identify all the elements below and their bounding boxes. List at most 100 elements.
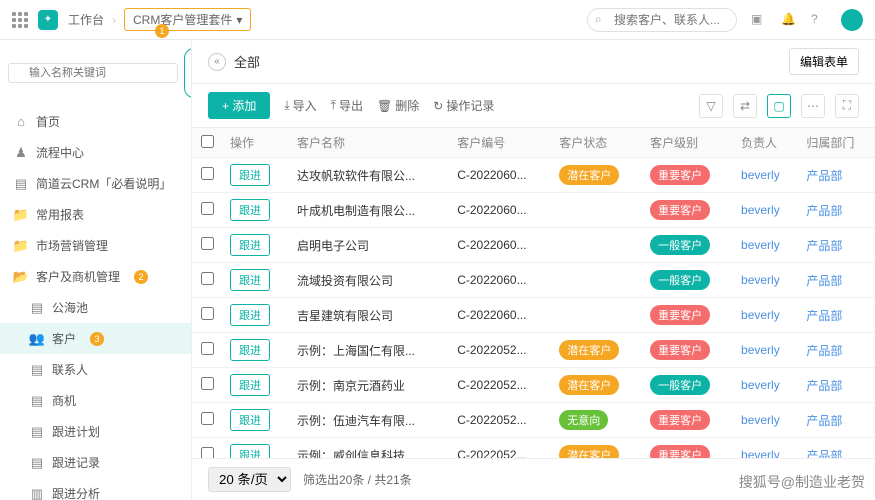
add-button[interactable]: + 添加 <box>208 92 270 119</box>
follow-button[interactable]: 跟进 <box>230 234 270 256</box>
delete-button[interactable]: 🗑 删除 <box>377 97 419 114</box>
row-checkbox[interactable] <box>201 202 214 215</box>
owner-link[interactable]: beverly <box>741 273 780 287</box>
dept-link[interactable]: 产品部 <box>806 204 842 218</box>
follow-button[interactable]: 跟进 <box>230 269 270 291</box>
column-header[interactable]: 客户名称 <box>289 128 449 158</box>
export-button[interactable]: ⤒ 导出 <box>331 97 363 114</box>
table-row[interactable]: 跟进 流域投资有限公司 C-2022060... 一般客户 beverly 产品… <box>192 263 875 298</box>
table-row[interactable]: 跟进 启明电子公司 C-2022060... 一般客户 beverly 产品部 <box>192 228 875 263</box>
owner-link[interactable]: beverly <box>741 413 780 427</box>
import-button[interactable]: ⤓ 导入 <box>284 97 316 114</box>
row-checkbox[interactable] <box>201 237 214 250</box>
row-checkbox[interactable] <box>201 377 214 390</box>
search-input[interactable] <box>587 8 737 32</box>
follow-button[interactable]: 跟进 <box>230 339 270 361</box>
badge: 2 <box>134 270 148 284</box>
sidebar-item-label: 跟进分析 <box>52 485 100 500</box>
sidebar-item[interactable]: ▥跟进分析 <box>0 478 191 500</box>
sidebar-item[interactable]: ▤联系人 <box>0 354 191 385</box>
logo-icon[interactable]: ✦ <box>38 10 58 30</box>
sidebar-item-label: 首页 <box>36 113 60 130</box>
breadcrumb-app[interactable]: CRM客户管理套件 ▾ <box>124 8 251 31</box>
row-checkbox[interactable] <box>201 272 214 285</box>
row-checkbox[interactable] <box>201 307 214 320</box>
dept-link[interactable]: 产品部 <box>806 309 842 323</box>
sidebar-item[interactable]: ▤公海池 <box>0 292 191 323</box>
follow-button[interactable]: 跟进 <box>230 444 270 458</box>
help-icon[interactable]: ? <box>811 12 827 28</box>
dept-link[interactable]: 产品部 <box>806 414 842 428</box>
view-icon[interactable]: ▢ <box>767 94 791 118</box>
cell-code: C-2022060... <box>449 158 551 193</box>
select-all-checkbox[interactable] <box>201 135 214 148</box>
owner-link[interactable]: beverly <box>741 238 780 252</box>
sidebar-item[interactable]: ▤简道云CRM「必看说明」 <box>0 168 191 199</box>
owner-link[interactable]: beverly <box>741 203 780 217</box>
notification-icon[interactable]: ▣ <box>751 12 767 28</box>
filter-icon[interactable]: ▽ <box>699 94 723 118</box>
follow-button[interactable]: 跟进 <box>230 374 270 396</box>
owner-link[interactable]: beverly <box>741 168 780 182</box>
sidebar-item[interactable]: ▤跟进记录 <box>0 447 191 478</box>
table-row[interactable]: 跟进 叶成机电制造有限公... C-2022060... 重要客户 beverl… <box>192 193 875 228</box>
sidebar-search-input[interactable] <box>8 63 178 83</box>
sidebar-item[interactable]: 📁市场营销管理 <box>0 230 191 261</box>
table-row[interactable]: 跟进 示例：威创信息科技... C-2022052... 潜在客户 重要客户 b… <box>192 438 875 459</box>
column-header[interactable]: 负责人 <box>733 128 798 158</box>
sidebar-item[interactable]: ⌂首页 <box>0 106 191 137</box>
follow-button[interactable]: 跟进 <box>230 304 270 326</box>
table-row[interactable]: 跟进 吉星建筑有限公司 C-2022060... 重要客户 beverly 产品… <box>192 298 875 333</box>
page-size-select[interactable]: 20 条/页 <box>208 467 291 492</box>
table-row[interactable]: 跟进 达攻帆软软件有限公... C-2022060... 潜在客户 重要客户 b… <box>192 158 875 193</box>
sidebar-item[interactable]: 👥客户3 <box>0 323 191 354</box>
edit-form-button[interactable]: 编辑表单 <box>789 48 859 75</box>
op-record-button[interactable]: ↻ 操作记录 <box>433 97 494 114</box>
settings-icon[interactable]: ⇄ <box>733 94 757 118</box>
sidebar-item[interactable]: ▤商机 <box>0 385 191 416</box>
row-checkbox[interactable] <box>201 447 214 458</box>
sidebar-item[interactable]: 📁常用报表 <box>0 199 191 230</box>
dept-link[interactable]: 产品部 <box>806 379 842 393</box>
dept-link[interactable]: 产品部 <box>806 239 842 253</box>
fullscreen-icon[interactable]: ⛶ <box>835 94 859 118</box>
dept-link[interactable]: 产品部 <box>806 169 842 183</box>
tab-all[interactable]: 全部 <box>234 52 260 71</box>
column-header[interactable]: 客户级别 <box>642 128 733 158</box>
follow-button[interactable]: 跟进 <box>230 164 270 186</box>
cell-name: 示例：伍迪汽车有限... <box>289 403 449 438</box>
breadcrumb-workspace[interactable]: 工作台 <box>68 11 104 28</box>
column-header[interactable]: 客户编号 <box>449 128 551 158</box>
bell-icon[interactable]: 🔔 <box>781 12 797 28</box>
column-header[interactable]: 客户状态 <box>551 128 642 158</box>
follow-button[interactable]: 跟进 <box>230 199 270 221</box>
dept-link[interactable]: 产品部 <box>806 449 842 459</box>
owner-link[interactable]: beverly <box>741 343 780 357</box>
apps-icon[interactable] <box>12 12 28 28</box>
dept-link[interactable]: 产品部 <box>806 344 842 358</box>
owner-link[interactable]: beverly <box>741 448 780 458</box>
doc-icon: ▤ <box>30 394 44 408</box>
avatar[interactable] <box>841 9 863 31</box>
sidebar-item[interactable]: 📂客户及商机管理2 <box>0 261 191 292</box>
sidebar-item[interactable]: ▤跟进计划 <box>0 416 191 447</box>
table-row[interactable]: 跟进 示例：伍迪汽车有限... C-2022052... 无意向 重要客户 be… <box>192 403 875 438</box>
table-row[interactable]: 跟进 示例：上海国仁有限... C-2022052... 潜在客户 重要客户 b… <box>192 333 875 368</box>
caret-down-icon: ▾ <box>236 13 242 27</box>
global-search[interactable]: ⌕ <box>587 8 737 32</box>
row-checkbox[interactable] <box>201 342 214 355</box>
column-header[interactable]: 操作 <box>222 128 289 158</box>
table-row[interactable]: 跟进 示例：南京元酒药业 C-2022052... 潜在客户 一般客户 beve… <box>192 368 875 403</box>
owner-link[interactable]: beverly <box>741 308 780 322</box>
new-button[interactable]: + 新建 <box>184 48 192 98</box>
column-header[interactable]: 归属部门 <box>798 128 875 158</box>
follow-button[interactable]: 跟进 <box>230 409 270 431</box>
row-checkbox[interactable] <box>201 167 214 180</box>
dept-link[interactable]: 产品部 <box>806 274 842 288</box>
sidebar-item[interactable]: ♟流程中心 <box>0 137 191 168</box>
row-checkbox[interactable] <box>201 412 214 425</box>
owner-link[interactable]: beverly <box>741 378 780 392</box>
level-tag: 重要客户 <box>650 305 710 325</box>
more-icon[interactable]: ⋯ <box>801 94 825 118</box>
collapse-sidebar-icon[interactable]: « <box>208 53 226 71</box>
